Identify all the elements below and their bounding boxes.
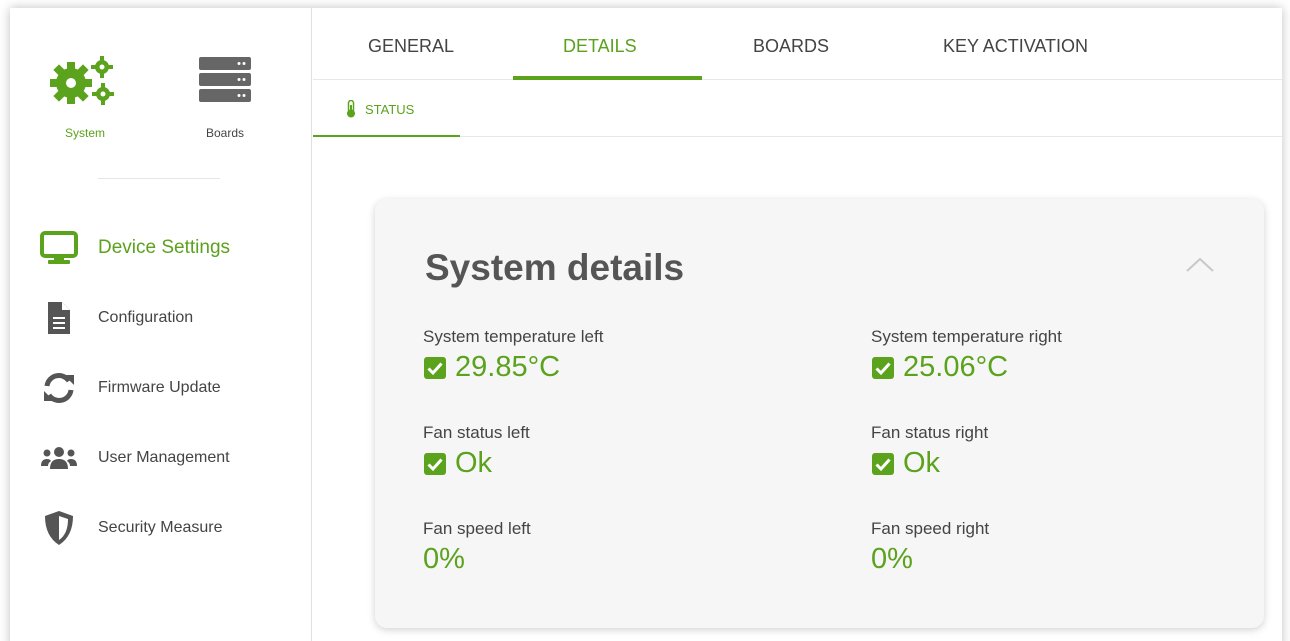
field-label: System temperature left — [423, 327, 604, 346]
field-label: Fan status left — [423, 423, 530, 442]
server-icon — [195, 57, 255, 119]
system-temperature-left: System temperature left 29.85°C — [423, 327, 823, 384]
field-value: 0% — [423, 543, 465, 575]
field-label: Fan status right — [871, 423, 989, 442]
app-window: System Boards Device Settings Configurat… — [10, 8, 1282, 641]
checkbox-checked-icon — [871, 356, 895, 380]
sidebar-item-firmware-update[interactable]: Firmware Update — [10, 353, 312, 423]
sidebar: System Boards Device Settings Configurat… — [10, 8, 312, 641]
fan-speed-left: Fan speed left 0% — [423, 519, 823, 576]
tab-general[interactable]: GENERAL — [368, 36, 454, 57]
refresh-icon — [38, 368, 80, 408]
sidebar-item-device-settings[interactable]: Device Settings — [10, 213, 312, 283]
subtab-status[interactable]: STATUS — [313, 80, 460, 137]
tab-boards[interactable]: BOARDS — [753, 36, 829, 57]
tab-key-activation[interactable]: KEY ACTIVATION — [943, 36, 1088, 57]
field-label: System temperature right — [871, 327, 1062, 346]
fan-speed-right: Fan speed right 0% — [871, 519, 1271, 576]
boards-shortcut[interactable]: Boards — [180, 53, 270, 140]
system-details-card: System details System temperature left 2… — [375, 199, 1264, 628]
checkbox-checked-icon — [423, 356, 447, 380]
fan-status-left: Fan status left Ok — [423, 423, 823, 480]
subtab-label: STATUS — [365, 102, 415, 117]
sidebar-nav: Device Settings Configuration Firmware U… — [10, 213, 312, 563]
field-value: Ok — [903, 447, 941, 479]
document-icon — [38, 298, 80, 338]
sidebar-item-label: Device Settings — [98, 237, 231, 258]
field-label: Fan speed left — [423, 519, 531, 538]
tab-details[interactable]: DETAILS — [563, 36, 637, 57]
chevron-up-icon[interactable] — [1185, 257, 1215, 278]
system-shortcut-label: System — [64, 126, 105, 140]
monitor-icon — [38, 228, 80, 268]
boards-shortcut-label: Boards — [205, 126, 245, 140]
field-value: 0% — [871, 543, 913, 575]
sidebar-top-icons: System Boards — [40, 53, 270, 143]
system-temperature-right: System temperature right 25.06°C — [871, 327, 1271, 384]
sidebar-item-configuration[interactable]: Configuration — [10, 283, 312, 353]
thermometer-icon — [346, 99, 356, 123]
checkbox-checked-icon — [423, 452, 447, 476]
sidebar-item-label: Security Measure — [98, 519, 223, 536]
system-shortcut[interactable]: System — [40, 53, 130, 140]
card-title: System details — [425, 247, 685, 288]
field-value: 29.85°C — [455, 351, 561, 383]
field-value: Ok — [455, 447, 493, 479]
field-value: 25.06°C — [903, 351, 1009, 383]
sidebar-divider — [98, 178, 220, 179]
sidebar-item-label: User Management — [98, 449, 230, 466]
fan-status-right: Fan status right Ok — [871, 423, 1271, 480]
sidebar-item-label: Configuration — [98, 309, 194, 326]
checkbox-checked-icon — [871, 452, 895, 476]
sidebar-item-label: Firmware Update — [98, 379, 221, 396]
gears-icon — [45, 56, 125, 119]
shield-icon — [38, 508, 80, 548]
users-icon — [38, 438, 80, 478]
tab-bar: GENERAL DETAILS BOARDS KEY ACTIVATION — [313, 8, 1282, 80]
main-content: GENERAL DETAILS BOARDS KEY ACTIVATION ST… — [313, 8, 1282, 641]
sidebar-item-security-measure[interactable]: Security Measure — [10, 493, 312, 563]
subtab-bar: STATUS — [313, 80, 1282, 137]
sidebar-item-user-management[interactable]: User Management — [10, 423, 312, 493]
field-label: Fan speed right — [871, 519, 990, 538]
